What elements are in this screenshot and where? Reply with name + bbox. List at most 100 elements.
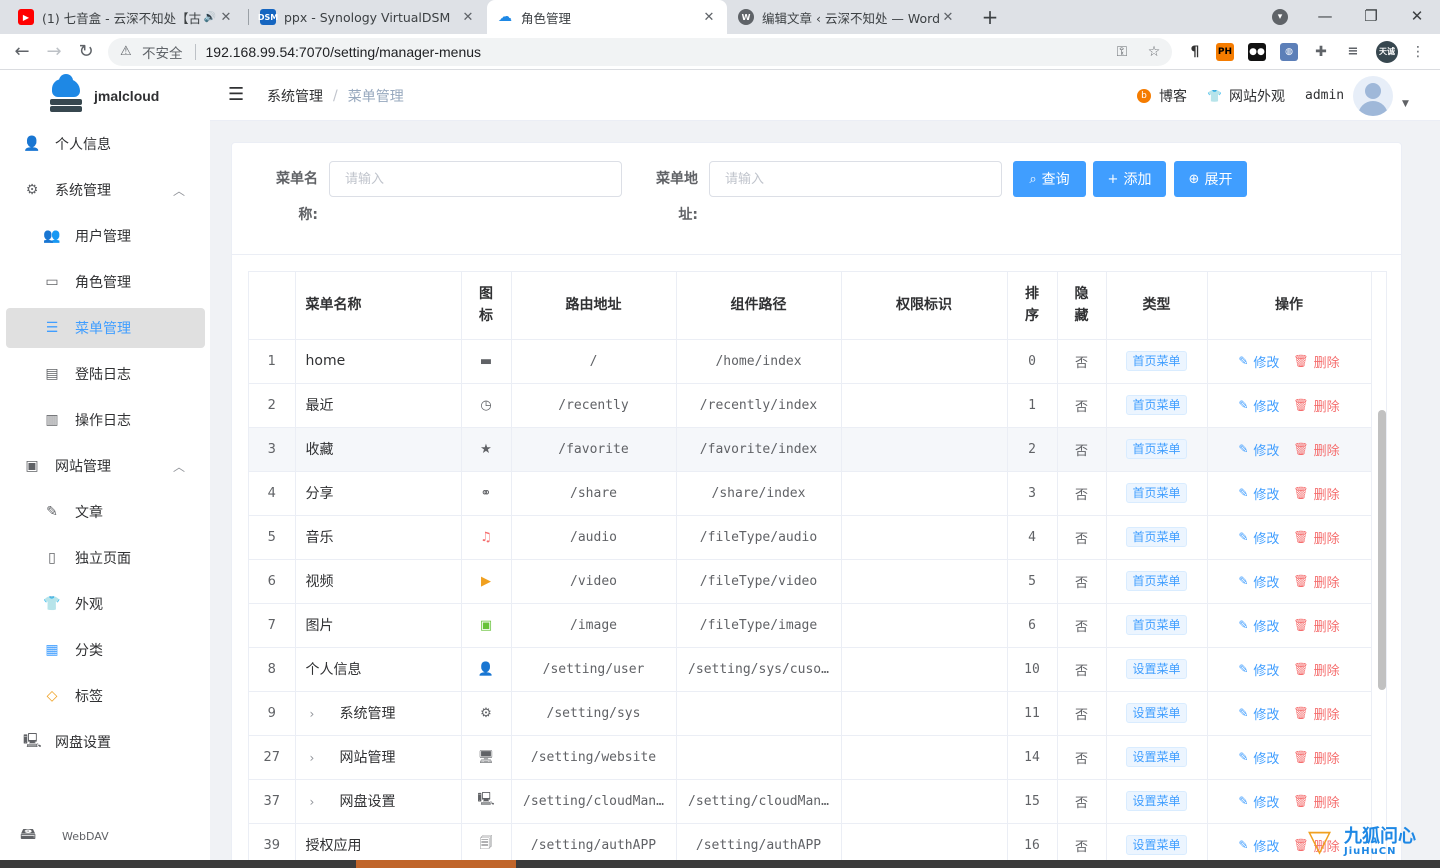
- row-type: 首页菜单: [1106, 427, 1208, 472]
- expand-row-icon[interactable]: ›: [310, 751, 330, 765]
- menu-name-input[interactable]: [329, 161, 622, 197]
- sidebar-item-roles[interactable]: ▭ 角色管理: [6, 262, 205, 302]
- new-tab-icon[interactable]: +: [978, 5, 1002, 29]
- url-text[interactable]: 192.168.99.54:7070/setting/manager-menus: [206, 44, 482, 60]
- expand-row-icon[interactable]: ›: [310, 707, 330, 721]
- sidebar-item-login-log[interactable]: ▤ 登陆日志: [6, 354, 205, 394]
- sidebar-item-articles[interactable]: ✎ 文章: [6, 492, 205, 532]
- sidebar-item-categories[interactable]: ▦ 分类: [6, 630, 205, 670]
- delete-button[interactable]: 🗑 删除: [1293, 792, 1339, 811]
- table-row[interactable]: 27 › 网站管理 🖥 /setting/website 14 否设置菜单 ✎ 修改 🗑 删除: [249, 735, 1372, 780]
- table-row[interactable]: 9 › 系统管理 ⚙ /setting/sys 11 否设置菜单 ✎ 修改 🗑 删除: [249, 691, 1372, 736]
- delete-button[interactable]: 🗑 删除: [1293, 484, 1339, 503]
- address-bar[interactable]: ⚠ 不安全 192.168.99.54:7070/setting/manager…: [108, 38, 1172, 66]
- tab-close-icon[interactable]: ✕: [701, 10, 717, 25]
- edit-button[interactable]: ✎ 修改: [1238, 616, 1279, 635]
- delete-button[interactable]: 🗑 删除: [1293, 660, 1339, 679]
- delete-button[interactable]: 🗑 删除: [1293, 748, 1339, 767]
- delete-button[interactable]: 🗑 删除: [1293, 440, 1339, 459]
- key-icon[interactable]: ⚿: [1112, 42, 1132, 62]
- delete-button[interactable]: 🗑 删除: [1293, 352, 1339, 371]
- edit-button[interactable]: ✎ 修改: [1238, 572, 1279, 591]
- edit-button[interactable]: ✎ 修改: [1238, 660, 1279, 679]
- menu-path-label: 菜单地: [656, 171, 698, 187]
- sidebar-item-menus[interactable]: ☰ 菜单管理: [6, 308, 205, 348]
- sidebar-item-system[interactable]: ⚙ 系统管理 ︿: [6, 170, 205, 210]
- table-row[interactable]: 37 › 网盘设置 🖳 /setting/cloudMan…/setting/cloud…: [249, 779, 1372, 824]
- dots-extension-icon[interactable]: ●●: [1248, 43, 1266, 61]
- table-row[interactable]: 3 收藏 ★ /favorite/favorite/index 2 否首页菜单 ✎ 修改 🗑 删除: [249, 427, 1372, 472]
- row-sort: 10: [1007, 647, 1058, 692]
- delete-button[interactable]: 🗑 删除: [1293, 704, 1339, 723]
- logo[interactable]: jmalcloud: [48, 74, 159, 113]
- edit-button[interactable]: ✎ 修改: [1238, 440, 1279, 459]
- forward-icon[interactable]: →: [42, 40, 66, 64]
- delete-button[interactable]: 🗑 删除: [1293, 572, 1339, 591]
- row-permission: [841, 779, 1008, 824]
- browser-tab-active[interactable]: ☁ 角色管理 ✕: [487, 0, 727, 34]
- profile-avatar[interactable]: 天诚: [1376, 41, 1398, 63]
- table-row[interactable]: 1 home ▬ //home/index 0 否首页菜单 ✎ 修改 🗑 删除: [249, 339, 1372, 384]
- puzzle-icon[interactable]: ✚: [1312, 43, 1330, 61]
- paragraph-extension-icon[interactable]: ¶: [1186, 43, 1204, 61]
- table-row[interactable]: 8 个人信息 👤 /setting/user/setting/sys/cuso… 10 否…: [249, 647, 1372, 692]
- menu-path-input[interactable]: [709, 161, 1002, 197]
- table-scrollbar[interactable]: [1378, 410, 1386, 690]
- table-row[interactable]: 7 图片 ▣ /image/fileType/image 6 否首页菜单 ✎ 修改 🗑 删除: [249, 603, 1372, 648]
- expand-row-icon[interactable]: ›: [310, 795, 330, 809]
- back-icon[interactable]: ←: [10, 40, 34, 64]
- delete-button[interactable]: 🗑 删除: [1293, 396, 1339, 415]
- sidebar-item-users[interactable]: 👥 用户管理: [6, 216, 205, 256]
- tab-close-icon[interactable]: ✕: [940, 10, 956, 25]
- trash-icon: 🗑: [1293, 398, 1309, 412]
- bookmark-star-icon[interactable]: ☆: [1144, 42, 1164, 62]
- sidebar-item-tags[interactable]: ◇ 标签: [6, 676, 205, 716]
- tab-close-icon[interactable]: ✕: [218, 10, 234, 25]
- edit-button[interactable]: ✎ 修改: [1238, 528, 1279, 547]
- avatar[interactable]: [1353, 76, 1393, 116]
- expand-button[interactable]: ⊕ 展开: [1174, 161, 1247, 197]
- appearance-link[interactable]: 👕 网站外观: [1207, 86, 1285, 106]
- sidebar-item-profile[interactable]: 👤 个人信息: [6, 124, 205, 164]
- reload-icon[interactable]: ↻: [74, 40, 98, 64]
- hamburger-icon[interactable]: ☰: [228, 85, 246, 105]
- delete-button[interactable]: 🗑 删除: [1293, 528, 1339, 547]
- window-close-icon[interactable]: ✕: [1394, 0, 1440, 34]
- ph-extension-icon[interactable]: PH: [1216, 43, 1234, 61]
- globe-extension-icon[interactable]: ◍: [1280, 43, 1298, 61]
- row-type: 首页菜单: [1106, 383, 1208, 428]
- browser-tab-youtube[interactable]: ▶ (1) 七音盒 - 云深不知处【古 🔊 ✕: [8, 0, 244, 34]
- sidebar-item-website[interactable]: ▣ 网站管理 ︿: [6, 446, 205, 486]
- edit-button[interactable]: ✎ 修改: [1238, 396, 1279, 415]
- query-button[interactable]: ⌕ 查询: [1013, 161, 1086, 197]
- blog-link[interactable]: b 博客: [1137, 86, 1187, 106]
- edit-button[interactable]: ✎ 修改: [1238, 484, 1279, 503]
- webdav-link[interactable]: 🖴 WebDAV: [20, 823, 109, 850]
- edit-button[interactable]: ✎ 修改: [1238, 352, 1279, 371]
- sidebar-item-cloud-settings[interactable]: 🖳 网盘设置: [6, 722, 205, 762]
- sidebar-item-appearance[interactable]: 👕 外观: [6, 584, 205, 624]
- table-row[interactable]: 4 分享 ⚭ /share/share/index 3 否首页菜单 ✎ 修改 🗑 删除: [249, 471, 1372, 516]
- edit-button[interactable]: ✎ 修改: [1238, 748, 1279, 767]
- minimize-icon[interactable]: —: [1302, 0, 1348, 34]
- browser-tab-dsm[interactable]: DSM ppx - Synology VirtualDSM ✕: [250, 0, 486, 34]
- caret-down-icon[interactable]: ▼: [1402, 99, 1409, 109]
- reading-list-icon[interactable]: ≡: [1344, 43, 1362, 61]
- audio-icon[interactable]: 🔊: [202, 12, 218, 23]
- edit-button[interactable]: ✎ 修改: [1238, 836, 1279, 855]
- breadcrumb-item-system[interactable]: 系统管理: [267, 86, 323, 106]
- browser-menu-icon[interactable]: ⋮: [1408, 42, 1428, 62]
- tab-search-icon[interactable]: ▾: [1272, 9, 1288, 25]
- edit-button[interactable]: ✎ 修改: [1238, 704, 1279, 723]
- restore-icon[interactable]: ❐: [1348, 0, 1394, 34]
- browser-tab-wordpress[interactable]: W 编辑文章 ‹ 云深不知处 — WordPress ✕: [728, 0, 966, 34]
- table-row[interactable]: 2 最近 ◷ /recently/recently/index 1 否首页菜单 ✎ 修改 🗑 删除: [249, 383, 1372, 428]
- edit-button[interactable]: ✎ 修改: [1238, 792, 1279, 811]
- tab-close-icon[interactable]: ✕: [460, 10, 476, 25]
- add-button[interactable]: + 添加: [1093, 161, 1166, 197]
- table-row[interactable]: 5 音乐 ♫ /audio/fileType/audio 4 否首页菜单 ✎ 修改 🗑 删除: [249, 515, 1372, 560]
- table-row[interactable]: 6 视频 ▶ /video/fileType/video 5 否首页菜单 ✎ 修改 🗑 删除: [249, 559, 1372, 604]
- sidebar-item-operation-log[interactable]: ▥ 操作日志: [6, 400, 205, 440]
- delete-button[interactable]: 🗑 删除: [1293, 616, 1339, 635]
- sidebar-item-pages[interactable]: ▯ 独立页面: [6, 538, 205, 578]
